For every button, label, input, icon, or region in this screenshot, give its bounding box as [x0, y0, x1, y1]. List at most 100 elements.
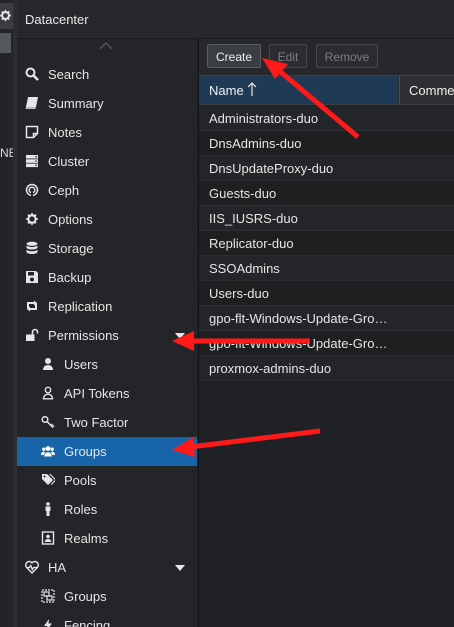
male-icon: [45, 502, 51, 516]
group-name-cell: gpo-flt-Windows-Update-Group-A: [209, 311, 389, 326]
group-name-cell: Users-duo: [209, 286, 269, 301]
nav-item-label: API Tokens: [64, 386, 130, 401]
group-name-cell: Administrators-duo: [209, 111, 319, 126]
nav-item-realms[interactable]: Realms: [17, 524, 197, 553]
nav-item-label: Fencing: [64, 618, 111, 627]
table-row[interactable]: Guests-duo: [199, 181, 454, 206]
tags-icon: [42, 474, 55, 485]
column-header-label: Name: [209, 83, 244, 98]
nav-item-label: Ceph: [48, 183, 80, 198]
nav-item-storage[interactable]: Storage: [17, 234, 197, 263]
table-row[interactable]: gpo-flt-Windows-Update-Group-A: [199, 306, 454, 331]
note-icon: [25, 125, 39, 139]
nav-item-summary[interactable]: Summary: [17, 89, 197, 118]
table-row[interactable]: Administrators-duo: [199, 106, 454, 131]
object-group-icon: [41, 589, 55, 603]
nav-item-api-tokens[interactable]: API Tokens: [17, 379, 197, 408]
nav-item-label: Users: [64, 357, 98, 372]
chevron-up-icon[interactable]: [98, 41, 114, 51]
column-header-label: Comment: [409, 83, 454, 98]
arrow-up-icon: [247, 82, 257, 96]
nav-item-label: Realms: [64, 531, 109, 546]
nav-item-ceph[interactable]: Ceph: [17, 176, 197, 205]
gear-icon: [0, 9, 11, 22]
group-name-cell: SSOAdmins: [209, 261, 280, 276]
nav-item-label: Backup: [48, 270, 92, 285]
nav-item-roles[interactable]: Roles: [17, 495, 197, 524]
ceph-icon: [25, 183, 39, 197]
nav-item-label: Summary: [48, 96, 104, 111]
toolbar: Create Edit Remove: [199, 39, 454, 75]
nav-item-label: Two Factor: [64, 415, 129, 430]
book-icon: [25, 97, 38, 109]
database-icon: [26, 241, 38, 254]
heartbeat-icon: [25, 560, 39, 574]
table-row[interactable]: Users-duo: [199, 281, 454, 306]
nav-item-search[interactable]: Search: [17, 60, 197, 89]
groups-panel: Create Edit Remove Name Comment Administ…: [198, 39, 454, 627]
nav-item-ha[interactable]: HA: [17, 553, 197, 582]
collapsed-panel-button[interactable]: [0, 33, 11, 53]
nav-item-notes[interactable]: Notes: [17, 118, 197, 147]
nav-item-label: Notes: [48, 125, 82, 140]
table-row[interactable]: DnsAdmins-duo: [199, 131, 454, 156]
nav-item-label: Groups: [64, 589, 107, 604]
nav-item-ha-groups[interactable]: Groups: [17, 582, 197, 611]
nav-item-label: Options: [48, 212, 93, 227]
nav-item-backup[interactable]: Backup: [17, 263, 197, 292]
table-row[interactable]: SSOAdmins: [199, 256, 454, 281]
column-header-comment[interactable]: Comment: [399, 76, 454, 104]
table-row[interactable]: IIS_IUSRS-duo: [199, 206, 454, 231]
gear-icon: [26, 212, 38, 226]
gear-button[interactable]: [0, 3, 13, 29]
nav-item-label: Cluster: [48, 154, 90, 169]
retweet-icon: [27, 300, 37, 312]
nav-item-fencing[interactable]: Fencing: [17, 611, 197, 627]
nav-item-label: Groups: [64, 444, 107, 459]
table-row[interactable]: proxmox-admins-duo: [199, 356, 454, 381]
groups-table: Administrators-duo DnsAdmins-duo DnsUpda…: [199, 106, 454, 381]
floppy-icon: [26, 271, 38, 283]
nav-item-cluster[interactable]: Cluster: [17, 147, 197, 176]
nav-item-label: HA: [48, 560, 67, 575]
nav-item-label: Roles: [64, 502, 98, 517]
nav-item-label: Search: [48, 67, 90, 82]
nav-item-pools[interactable]: Pools: [17, 466, 197, 495]
remove-button[interactable]: Remove: [316, 44, 378, 68]
nav-item-label: Pools: [64, 473, 97, 488]
group-name-cell: DnsUpdateProxy-duo: [209, 161, 334, 176]
table-row[interactable]: gpo-flt-Windows-Update-Group-B: [199, 331, 454, 356]
nav-item-label: Replication: [48, 299, 113, 314]
user-icon: [43, 358, 53, 370]
left-strip: NE: [0, 0, 13, 627]
group-name-cell: IIS_IUSRS-duo: [209, 211, 298, 226]
caret-down-icon[interactable]: [175, 333, 185, 339]
nav-item-two-factor[interactable]: Two Factor: [17, 408, 197, 437]
edit-button[interactable]: Edit: [269, 44, 307, 68]
table-row[interactable]: DnsUpdateProxy-duo: [199, 156, 454, 181]
nav-item-users[interactable]: Users: [17, 350, 197, 379]
users-icon: [41, 446, 55, 457]
nav-item-groups[interactable]: Groups: [17, 437, 197, 466]
group-name-cell: gpo-flt-Windows-Update-Group-B: [209, 336, 389, 351]
group-name-cell: Replicator-duo: [209, 236, 294, 251]
page-title: Datacenter: [25, 12, 89, 27]
create-button[interactable]: Create: [207, 44, 261, 68]
column-header-name[interactable]: Name: [199, 76, 398, 104]
nav-item-permissions[interactable]: Permissions: [17, 321, 197, 350]
datacenter-nav: Search Summary Notes Cluster Ceph Option…: [17, 39, 197, 627]
nav-item-options[interactable]: Options: [17, 205, 197, 234]
bolt-icon: [44, 619, 52, 627]
table-row[interactable]: Replicator-duo: [199, 231, 454, 256]
nav-item-label: Permissions: [48, 328, 119, 343]
nav-item-replication[interactable]: Replication: [17, 292, 197, 321]
caret-down-icon[interactable]: [175, 565, 185, 571]
unlock-icon: [26, 328, 39, 341]
group-name-cell: DnsAdmins-duo: [209, 136, 302, 151]
group-name-cell: proxmox-admins-duo: [209, 361, 332, 376]
collapsed-label: NE: [0, 146, 13, 160]
address-book-icon: [41, 531, 55, 545]
nav-item-label: Storage: [48, 241, 94, 256]
search-icon: [25, 67, 39, 81]
user-outline-icon: [42, 386, 54, 400]
